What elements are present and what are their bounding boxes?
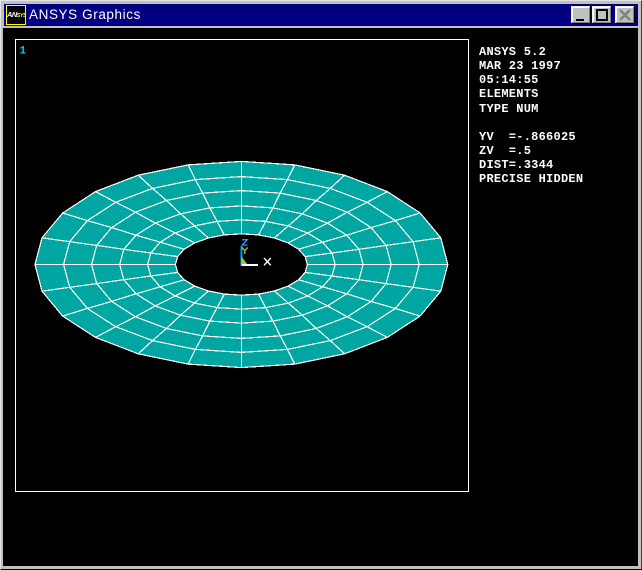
- svg-text:1: 1: [20, 45, 27, 57]
